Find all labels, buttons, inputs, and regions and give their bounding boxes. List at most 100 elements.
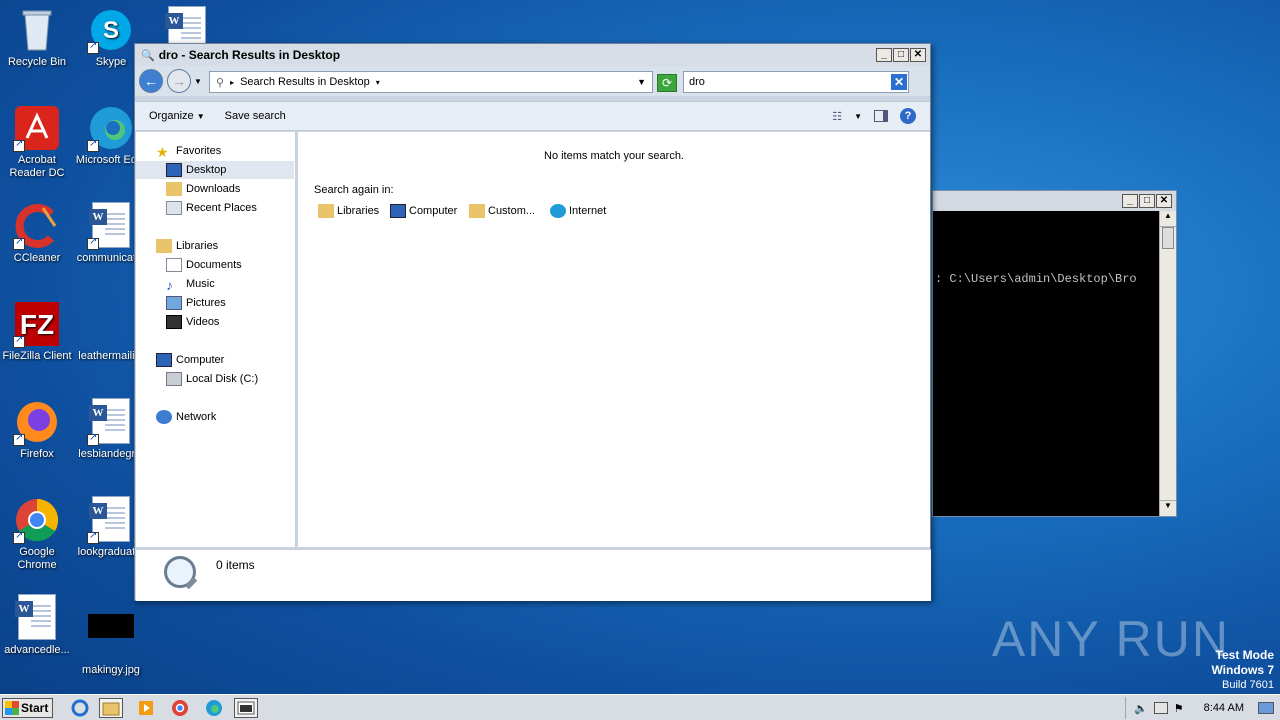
explorer-taskbar-icon[interactable] bbox=[99, 698, 123, 718]
scroll-down-icon[interactable]: ▼ bbox=[1160, 500, 1176, 516]
explorer-window-buttons: _ □ ✕ bbox=[876, 48, 926, 62]
nav-downloads[interactable]: Downloads bbox=[166, 180, 240, 198]
chevron-down-icon[interactable]: ▼ bbox=[194, 77, 202, 86]
save-search-button[interactable]: Save search bbox=[225, 110, 286, 122]
nav-network[interactable]: Network bbox=[156, 408, 216, 426]
clock[interactable]: 8:44 AM bbox=[1204, 702, 1244, 714]
nav-local-disk[interactable]: Local Disk (C:) bbox=[166, 370, 258, 388]
search-again-label: Search again in: bbox=[314, 184, 394, 196]
help-icon[interactable]: ? bbox=[900, 108, 916, 124]
volume-icon[interactable]: 🔈 bbox=[1134, 702, 1148, 715]
close-button[interactable]: ✕ bbox=[1156, 194, 1172, 208]
shortcut-arrow-icon bbox=[87, 530, 99, 544]
start-button[interactable]: Start bbox=[2, 698, 53, 718]
minimize-button[interactable]: _ bbox=[1122, 194, 1138, 208]
desktop-icon-label: CCleaner bbox=[13, 252, 61, 264]
nav-pictures[interactable]: Pictures bbox=[166, 294, 226, 312]
shortcut-arrow-icon bbox=[13, 530, 25, 544]
forward-arrow-icon[interactable]: → bbox=[167, 69, 191, 93]
chevron-down-icon[interactable]: ▼ bbox=[854, 112, 862, 121]
desktop-icon-makingy[interactable]: makingy.jpg bbox=[74, 594, 148, 677]
console-line: : C:\Users\admin\Desktop\Bro bbox=[935, 272, 1137, 286]
ie-icon[interactable] bbox=[68, 698, 92, 718]
libraries-icon bbox=[156, 239, 172, 253]
nav-recent-places[interactable]: Recent Places bbox=[166, 199, 257, 217]
breadcrumb[interactable]: Search Results in Desktop bbox=[240, 76, 370, 88]
window-title: dro - Search Results in Desktop bbox=[158, 48, 341, 62]
navigation-pane: ★ Favorites Desktop Downloads Recent Plac… bbox=[136, 132, 296, 547]
desktop-icon-filezilla[interactable]: FZ FileZilla Client bbox=[0, 300, 74, 363]
desktop-icon-advancedle[interactable]: W advancedle... bbox=[0, 594, 74, 657]
star-icon: ★ bbox=[156, 144, 169, 160]
desktop-icon-recycle-bin[interactable]: Recycle Bin bbox=[0, 6, 74, 69]
nav-computer[interactable]: Computer bbox=[156, 351, 224, 369]
view-options-icon[interactable]: ☷ bbox=[832, 110, 842, 123]
close-button[interactable]: ✕ bbox=[910, 48, 926, 62]
shortcut-arrow-icon bbox=[13, 432, 25, 446]
address-bar[interactable]: ⚲ ▸ Search Results in Desktop ▾ ▼ bbox=[209, 71, 653, 93]
media-player-icon[interactable] bbox=[134, 698, 158, 718]
console-window[interactable]: _ □ ✕ : C:\Users\admin\Desktop\Bro ▲ ▼ bbox=[932, 190, 1177, 517]
desktop-icon-label: Recycle Bin bbox=[7, 56, 67, 68]
search-again-custom[interactable]: Custom... bbox=[469, 204, 535, 218]
show-desktop-icon[interactable] bbox=[1258, 702, 1274, 714]
explorer-window[interactable]: 🔍 dro - Search Results in Desktop _ □ ✕ … bbox=[134, 43, 931, 601]
action-center-flag-icon[interactable]: ⚑ bbox=[1174, 702, 1184, 715]
desktop-icon bbox=[166, 163, 182, 177]
search-again-internet[interactable]: Internet bbox=[550, 204, 606, 218]
shortcut-arrow-icon bbox=[87, 236, 99, 250]
preview-pane-icon[interactable] bbox=[874, 110, 888, 122]
back-arrow-icon[interactable]: ← bbox=[139, 69, 163, 93]
system-tray: 🔈 ⚑ 8:44 AM bbox=[1125, 697, 1280, 719]
maximize-button[interactable]: □ bbox=[1139, 194, 1155, 208]
explorer-titlebar[interactable]: 🔍 dro - Search Results in Desktop bbox=[135, 44, 930, 66]
shortcut-arrow-icon bbox=[87, 40, 99, 54]
clear-search-icon[interactable]: ✕ bbox=[891, 74, 907, 90]
shortcut-arrow-icon bbox=[13, 236, 25, 250]
nav-desktop[interactable]: Desktop bbox=[136, 161, 294, 179]
windows-logo-icon bbox=[5, 701, 19, 715]
refresh-icon[interactable]: ⟳ bbox=[657, 74, 677, 92]
breadcrumb-arrow-icon[interactable]: ▾ bbox=[376, 78, 380, 87]
scroll-thumb[interactable] bbox=[1162, 227, 1174, 249]
organize-button[interactable]: Organize ▼ bbox=[149, 110, 205, 122]
search-again-computer[interactable]: Computer bbox=[390, 204, 457, 218]
libraries-icon bbox=[318, 204, 334, 218]
pictures-icon bbox=[166, 296, 182, 310]
hard-drive-icon bbox=[166, 372, 182, 386]
anyrun-watermark: ANY RUN bbox=[991, 611, 1230, 667]
desktop-icon-label: Firefox bbox=[20, 448, 54, 460]
nav-documents[interactable]: Documents bbox=[166, 256, 242, 274]
search-again-libraries[interactable]: Libraries bbox=[318, 204, 379, 218]
desktop-icon-ccleaner[interactable]: CCleaner bbox=[0, 202, 74, 265]
computer-icon bbox=[156, 353, 172, 367]
firefox-icon bbox=[13, 398, 61, 446]
word-document-icon: W bbox=[87, 202, 135, 250]
recycle-bin-icon bbox=[13, 6, 61, 54]
console-taskbar-icon[interactable] bbox=[234, 698, 258, 718]
console-window-buttons: _ □ ✕ bbox=[1122, 194, 1172, 208]
test-mode-notice: Test Mode Windows 7 Build 7601 bbox=[1211, 648, 1274, 692]
desktop-icon-chrome[interactable]: Google Chrome bbox=[0, 496, 74, 572]
network-icon[interactable] bbox=[1153, 702, 1168, 714]
scroll-up-icon[interactable]: ▲ bbox=[1160, 211, 1176, 227]
desktop-icon-acrobat[interactable]: Acrobat Reader DC bbox=[0, 104, 74, 180]
desktop-icon-firefox[interactable]: Firefox bbox=[0, 398, 74, 461]
console-scrollbar[interactable]: ▲ ▼ bbox=[1159, 211, 1176, 516]
word-document-icon: W bbox=[13, 594, 61, 642]
minimize-button[interactable]: _ bbox=[876, 48, 892, 62]
nav-videos[interactable]: Videos bbox=[166, 313, 219, 331]
details-pane: 0 items bbox=[136, 549, 931, 601]
ccleaner-icon bbox=[13, 202, 61, 250]
maximize-button[interactable]: □ bbox=[893, 48, 909, 62]
network-icon bbox=[156, 410, 172, 424]
chrome-icon[interactable] bbox=[168, 698, 192, 718]
shortcut-arrow-icon bbox=[13, 334, 25, 348]
nav-music[interactable]: ♪ Music bbox=[166, 275, 215, 293]
edge-icon[interactable] bbox=[202, 698, 226, 718]
nav-libraries[interactable]: Libraries bbox=[156, 237, 218, 255]
search-input[interactable]: dro ✕ bbox=[683, 71, 909, 93]
breadcrumb-arrow-icon[interactable]: ▸ bbox=[230, 78, 234, 87]
nav-favorites[interactable]: ★ Favorites bbox=[156, 142, 221, 160]
chevron-down-icon[interactable]: ▼ bbox=[637, 77, 646, 87]
